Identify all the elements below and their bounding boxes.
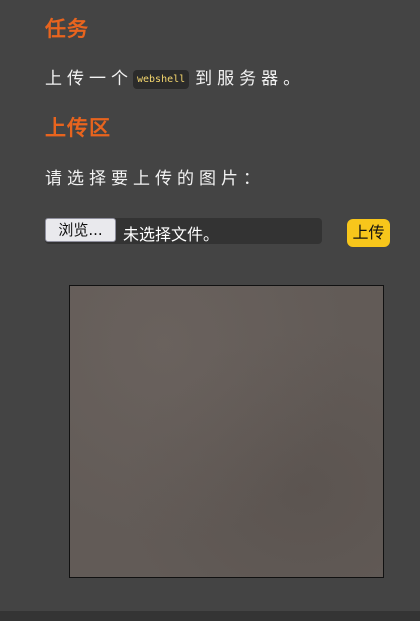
image-preview — [69, 285, 384, 578]
upload-heading: 上传区 — [45, 116, 111, 140]
file-status-text: 未选择文件。 — [123, 225, 220, 244]
file-input[interactable]: 浏览... 未选择文件。 — [45, 218, 322, 244]
webshell-code: webshell — [133, 70, 190, 89]
task-heading: 任务 — [45, 17, 89, 41]
browse-button[interactable]: 浏览... — [45, 218, 116, 242]
upload-button[interactable]: 上传 — [347, 219, 390, 247]
task-text-before: 上传一个 — [45, 69, 133, 89]
task-text-after: 到服务器。 — [195, 69, 306, 89]
task-description: 上传一个 webshell 到服务器。 — [45, 64, 305, 89]
footer-bar — [0, 611, 420, 621]
upload-prompt: 请选择要上传的图片： — [45, 169, 265, 189]
